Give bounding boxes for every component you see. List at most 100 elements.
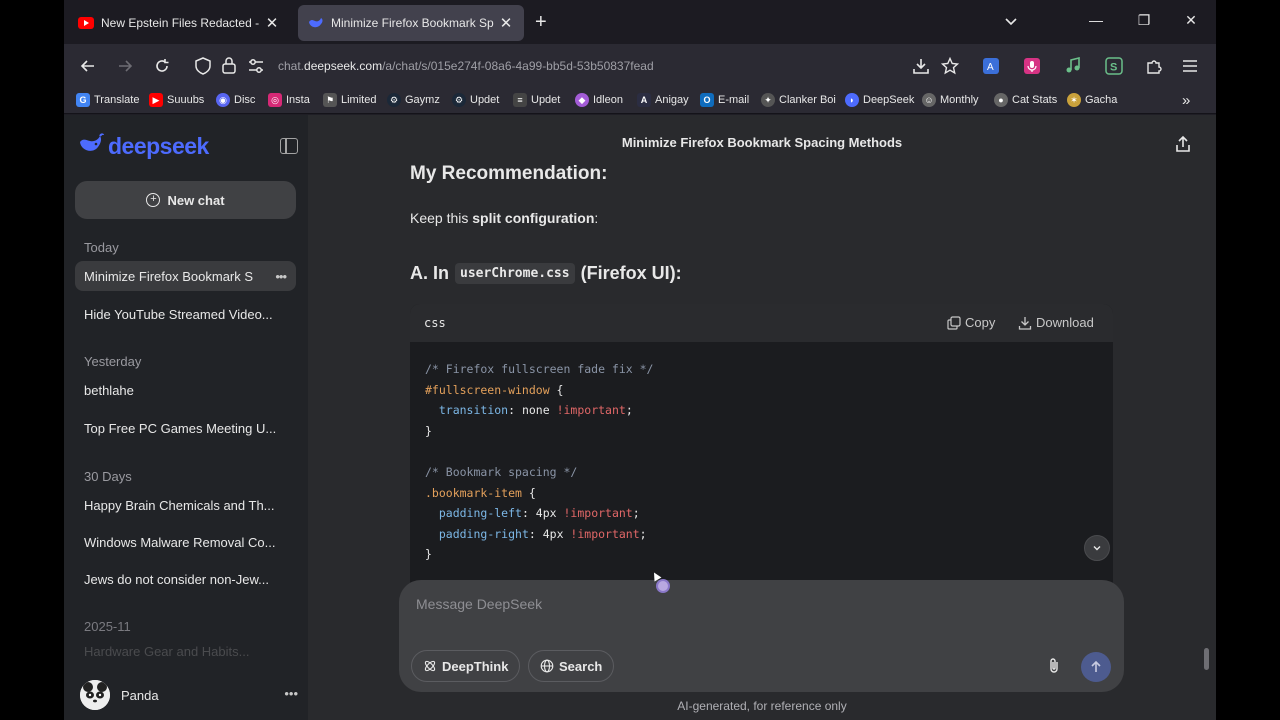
chat-item[interactable]: Windows Malware Removal Co... <box>75 527 296 557</box>
lock-icon[interactable] <box>221 56 237 79</box>
chat-item-label: Jews do not consider non-Jew... <box>84 571 269 587</box>
deepseek-logo[interactable]: deepseek <box>78 133 209 160</box>
discord-icon: ◉ <box>216 93 230 107</box>
bookmark-updet-steam[interactable]: ⚙ Updet <box>452 93 499 107</box>
deepseek-page: deepseek + New chat Today Minimize Firef… <box>64 115 1216 720</box>
bookmark-label: E-mail <box>718 94 750 106</box>
url-text[interactable]: chat.deepseek.com/a/chat/s/015e274f-08a6… <box>278 59 654 73</box>
bookmark-updet-stack[interactable]: ≡ Updet <box>513 93 560 107</box>
reload-icon[interactable] <box>152 56 172 76</box>
url-bar[interactable]: chat.deepseek.com/a/chat/s/015e274f-08a6… <box>191 50 1011 82</box>
code-text: /* Firefox fullscreen fade fix */ #fulls… <box>425 362 654 562</box>
download-label: Download <box>1036 315 1094 330</box>
bookmark-insta[interactable]: ◎ Insta <box>268 93 310 107</box>
bookmark-gacha[interactable]: ✶ Gacha <box>1067 93 1117 107</box>
bookmark-idleon[interactable]: ◆ Idleon <box>575 93 623 107</box>
chat-item-label: bethlahe <box>84 382 134 398</box>
tab-title: New Epstein Files Redacted - YouTube <box>101 16 260 30</box>
page-scrollbar[interactable] <box>1204 648 1209 670</box>
chevron-down-icon[interactable] <box>1002 12 1020 30</box>
chat-item[interactable]: Hide YouTube Streamed Video... <box>75 299 296 329</box>
bookmark-label: Clanker Boi <box>779 94 836 106</box>
message-input[interactable] <box>416 596 1016 612</box>
code-token: /* Bookmark spacing */ <box>425 464 578 479</box>
bookmark-label: Updet <box>531 94 561 106</box>
cat-icon: ● <box>994 93 1008 107</box>
permissions-icon[interactable] <box>247 58 265 79</box>
minimize-icon[interactable]: — <box>1086 12 1106 28</box>
more-options-icon[interactable]: ••• <box>275 269 287 284</box>
bookmark-anigay[interactable]: A Anigay <box>637 93 689 107</box>
globe-icon <box>540 659 554 673</box>
send-button[interactable] <box>1081 652 1111 682</box>
bookmark-clanker-boi[interactable]: ✦ Clanker Boi <box>761 93 836 107</box>
shield-icon[interactable] <box>194 56 212 81</box>
stylus-icon[interactable]: S <box>1104 56 1124 76</box>
logo-text: deepseek <box>108 133 209 159</box>
chat-item[interactable]: Hardware Gear and Habits... <box>75 644 296 658</box>
deepseek-icon <box>308 15 324 31</box>
music-icon[interactable] <box>1063 56 1083 76</box>
svg-text:A: A <box>987 62 994 73</box>
bookmark-translate[interactable]: G Translate <box>76 93 139 107</box>
download-icon <box>1018 316 1032 330</box>
microphone-icon[interactable] <box>1022 56 1042 76</box>
profile-name: Panda <box>121 687 159 703</box>
youtube-icon <box>78 15 94 31</box>
bookmark-label: Cat Stats <box>1012 94 1058 106</box>
bookmark-deepseek[interactable]: ◗ DeepSeek <box>845 93 914 107</box>
bookmark-limited[interactable]: ⚑ Limited <box>323 93 376 107</box>
bookmark-suuubs[interactable]: ▶ Suuubs <box>149 93 204 107</box>
scroll-to-bottom-button[interactable] <box>1084 535 1110 561</box>
bookmark-cat-stats[interactable]: ● Cat Stats <box>994 93 1057 107</box>
chat-item-active[interactable]: Minimize Firefox Bookmark S ••• <box>75 261 296 291</box>
steam-icon: ⚙ <box>452 93 466 107</box>
new-chat-button[interactable]: + New chat <box>75 181 296 219</box>
close-window-icon[interactable]: ✕ <box>1181 12 1201 29</box>
extensions-icon[interactable] <box>1144 56 1164 76</box>
double-chevron-right-icon[interactable]: » <box>1182 92 1190 109</box>
steam-icon: ⚙ <box>387 93 401 107</box>
download-icon[interactable] <box>911 56 931 76</box>
bookmark-label: Gacha <box>1085 94 1118 106</box>
chat-item[interactable]: bethlahe <box>75 375 296 405</box>
forward-icon[interactable] <box>115 56 135 76</box>
share-icon[interactable] <box>1174 135 1194 155</box>
url-path: /a/chat/s/015e274f-08a6-4a99-bb5d-53b508… <box>382 59 654 73</box>
tab-deepseek[interactable]: Minimize Firefox Bookmark Spacing M ✕ <box>298 5 524 41</box>
navigation-bar: chat.deepseek.com/a/chat/s/015e274f-08a6… <box>64 44 1216 88</box>
sidebar-toggle-icon[interactable] <box>280 138 298 154</box>
bookmark-email[interactable]: O E-mail <box>700 93 749 107</box>
bookmark-monthly[interactable]: ☺ Monthly <box>922 93 979 107</box>
back-icon[interactable] <box>78 56 98 76</box>
paperclip-icon[interactable] <box>1046 657 1062 675</box>
user-profile[interactable]: Panda ••• <box>64 670 308 720</box>
translate-extension-icon[interactable]: A <box>981 56 1001 76</box>
plus-icon: + <box>146 193 161 207</box>
deepthink-button[interactable]: DeepThink <box>411 650 521 682</box>
more-options-icon[interactable]: ••• <box>284 686 298 701</box>
chat-item[interactable]: Happy Brain Chemicals and Th... <box>75 490 296 520</box>
restore-icon[interactable]: ❐ <box>1134 12 1154 29</box>
bookmark-disc[interactable]: ◉ Disc <box>216 93 255 107</box>
bookmark-gaymz[interactable]: ⚙ Gaymz <box>387 93 440 107</box>
download-button[interactable]: Download <box>1018 315 1094 330</box>
tab-youtube[interactable]: New Epstein Files Redacted - YouTube ✕ <box>68 5 290 41</box>
chevron-down-icon <box>1093 546 1101 551</box>
bookmark-label: Limited <box>341 94 377 106</box>
browser-window: New Epstein Files Redacted - YouTube ✕ M… <box>64 0 1216 720</box>
chat-item[interactable]: Jews do not consider non-Jew... <box>75 564 296 594</box>
menu-icon[interactable] <box>1180 56 1200 76</box>
copy-button[interactable]: Copy <box>947 315 995 330</box>
star-icon[interactable] <box>940 56 960 76</box>
atom-icon <box>423 659 437 673</box>
arrow-up-icon <box>1091 660 1101 672</box>
anilist-icon: A <box>637 93 651 107</box>
close-icon[interactable]: ✕ <box>264 14 280 32</box>
close-icon[interactable]: ✕ <box>498 14 514 32</box>
new-tab-button[interactable]: + <box>535 11 547 34</box>
code-token: transition <box>438 403 509 418</box>
limited-icon: ⚑ <box>323 93 337 107</box>
search-button[interactable]: Search <box>528 650 615 682</box>
chat-item[interactable]: Top Free PC Games Meeting U... <box>75 413 296 443</box>
